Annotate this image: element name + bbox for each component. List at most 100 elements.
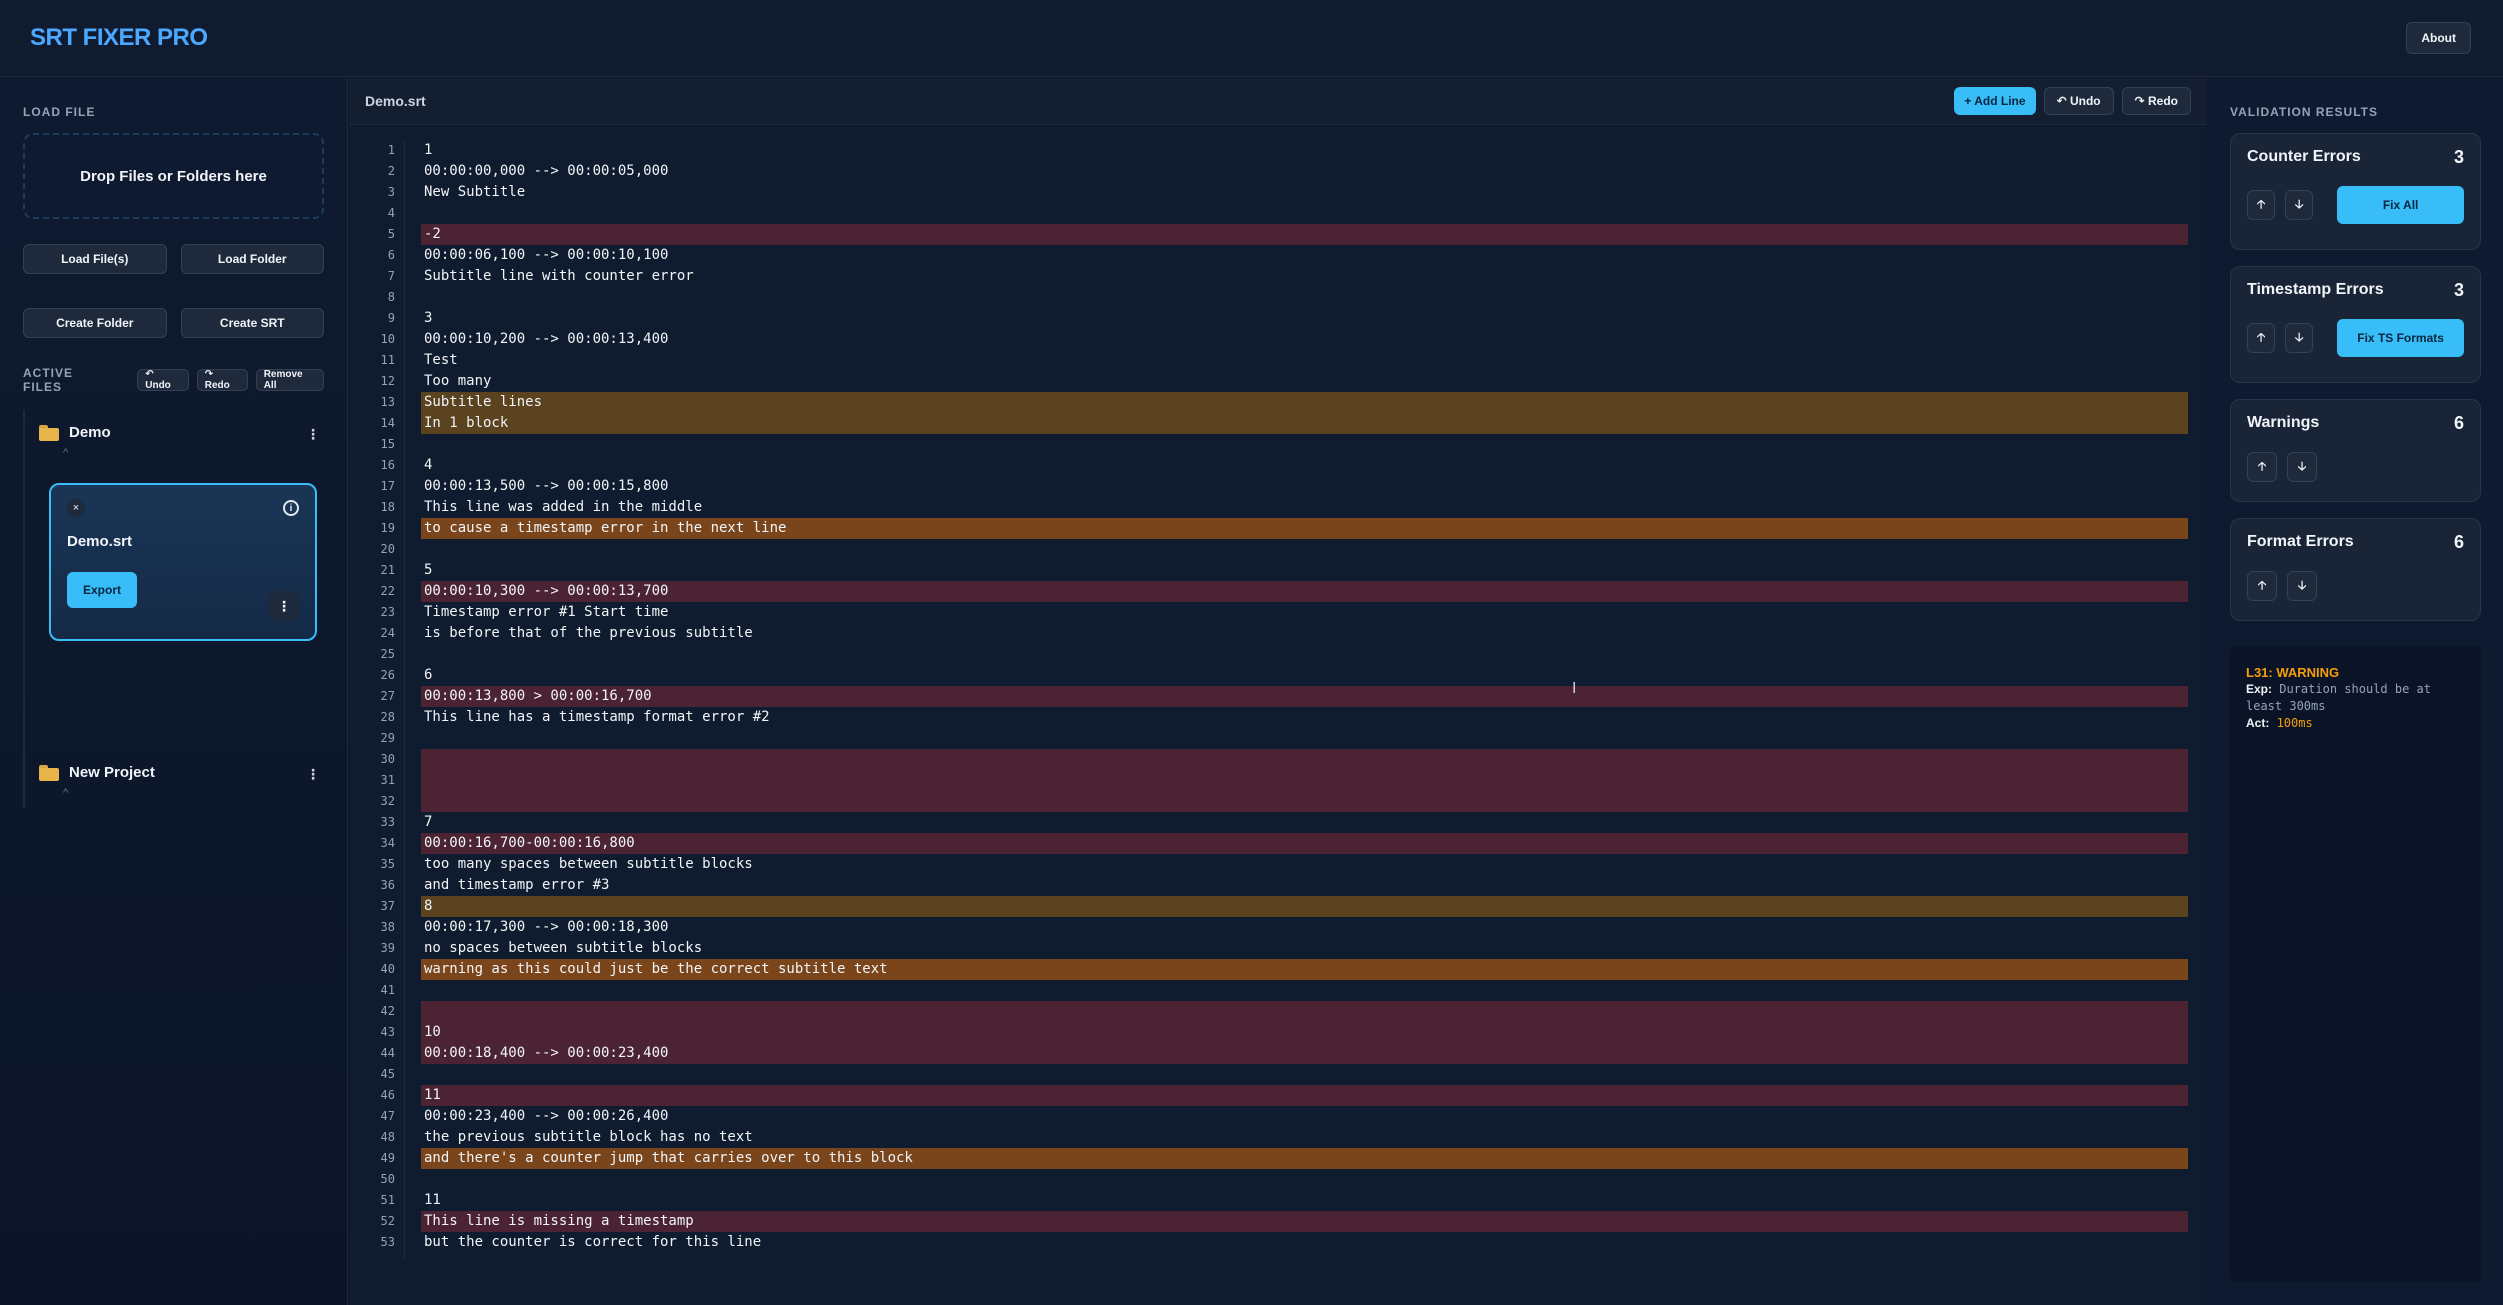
line-text[interactable]: Subtitle lines (424, 392, 542, 413)
code-line[interactable]: 48 the previous subtitle block has no tex… (349, 1127, 2189, 1148)
prev-arrow-icon[interactable]: 🡡 (2247, 190, 2276, 220)
create-folder-button[interactable]: Create Folder (23, 308, 167, 338)
prev-arrow-icon[interactable]: 🡡 (2247, 571, 2277, 601)
close-file-icon[interactable]: × (67, 499, 85, 517)
line-text[interactable]: 00:00:13,800 > 00:00:16,700 (424, 686, 652, 707)
code-line[interactable]: 50 (349, 1169, 2189, 1190)
code-line[interactable]: 39 no spaces between subtitle blocks (349, 938, 2189, 959)
line-text[interactable]: Test (424, 350, 458, 371)
code-line[interactable]: 52 This line is missing a timestamp (349, 1211, 2189, 1232)
line-text[interactable]: Too many (424, 371, 491, 392)
code-line[interactable]: 26 6 (349, 665, 2189, 686)
line-text[interactable]: 00:00:18,400 --> 00:00:23,400 (424, 1043, 668, 1064)
project-demo[interactable]: Demo ⋮ ^ × i Demo.srt Export ⋮ (23, 410, 324, 750)
code-line[interactable]: 23 Timestamp error #1 Start time (349, 602, 2189, 623)
files-redo-button[interactable]: ↷ Redo (196, 369, 248, 391)
code-line[interactable]: 30 (349, 749, 2189, 770)
code-line[interactable]: 6 00:00:06,100 --> 00:00:10,100 (349, 245, 2189, 266)
code-line[interactable]: 44 00:00:18,400 --> 00:00:23,400 (349, 1043, 2189, 1064)
code-line[interactable]: 47 00:00:23,400 --> 00:00:26,400 (349, 1106, 2189, 1127)
code-line[interactable]: 49 and there's a counter jump that carrie… (349, 1148, 2189, 1169)
code-line[interactable]: 31 (349, 770, 2189, 791)
file-menu-icon[interactable]: ⋮ (269, 591, 299, 621)
code-line[interactable]: 4 (349, 203, 2189, 224)
code-line[interactable]: 21 5 (349, 560, 2189, 581)
code-line[interactable]: 40 warning as this could just be the corr… (349, 959, 2189, 980)
code-line[interactable]: 18 This line was added in the middle (349, 497, 2189, 518)
code-line[interactable]: 53 but the counter is correct for this li… (349, 1232, 2189, 1253)
line-text[interactable]: Subtitle line with counter error (424, 266, 694, 287)
file-card-demo-srt[interactable]: × i Demo.srt Export ⋮ (49, 483, 317, 641)
line-text[interactable]: In 1 block (424, 413, 508, 434)
code-line[interactable]: 38 00:00:17,300 --> 00:00:18,300 (349, 917, 2189, 938)
code-line[interactable]: 11 (349, 140, 2189, 161)
code-line[interactable]: 12 Too many (349, 371, 2189, 392)
line-text[interactable]: but the counter is correct for this line (424, 1232, 761, 1253)
prev-arrow-icon[interactable]: 🡡 (2247, 323, 2276, 353)
project-menu-icon[interactable]: ⋮ (306, 766, 320, 783)
next-arrow-icon[interactable]: 🡣 (2287, 452, 2317, 482)
line-text[interactable]: 00:00:13,500 --> 00:00:15,800 (424, 476, 668, 497)
line-text[interactable]: the previous subtitle block has no text (424, 1127, 753, 1148)
code-line[interactable]: 51 11 (349, 1190, 2189, 1211)
code-line[interactable]: 93 (349, 308, 2189, 329)
export-button[interactable]: Export (67, 572, 137, 608)
code-line[interactable]: 37 8 (349, 896, 2189, 917)
about-button[interactable]: About (2406, 22, 2471, 54)
code-line[interactable]: 19 to cause a timestamp error in the next… (349, 518, 2189, 539)
code-line[interactable]: 35 too many spaces between subtitle block… (349, 854, 2189, 875)
code-line[interactable]: 24 is before that of the previous subtitl… (349, 623, 2189, 644)
collapse-chevron-icon[interactable]: ^ (63, 447, 324, 459)
line-text[interactable]: This line has a timestamp format error #… (424, 707, 770, 728)
code-line[interactable]: 17 00:00:13,500 --> 00:00:15,800 (349, 476, 2189, 497)
code-line[interactable]: 5 -2 (349, 224, 2189, 245)
code-line[interactable]: 28 This line has a timestamp format error… (349, 707, 2189, 728)
line-text[interactable]: 10 (424, 1022, 441, 1043)
line-text[interactable]: warning as this could just be the correc… (424, 959, 888, 980)
code-line[interactable]: 11 Test (349, 350, 2189, 371)
prev-arrow-icon[interactable]: 🡡 (2247, 452, 2277, 482)
project-menu-icon[interactable]: ⋮ (306, 426, 320, 443)
editor-undo-button[interactable]: ↶ Undo (2043, 87, 2114, 115)
create-srt-button[interactable]: Create SRT (180, 308, 324, 338)
code-line[interactable]: 3 New Subtitle (349, 182, 2189, 203)
load-folder-button[interactable]: Load Folder (180, 244, 324, 274)
code-line[interactable]: 29 (349, 728, 2189, 749)
code-line[interactable]: 33 7 (349, 812, 2189, 833)
files-undo-button[interactable]: ↶ Undo (137, 369, 189, 391)
code-line[interactable]: 2 00:00:00,000 --> 00:00:05,000 (349, 161, 2189, 182)
code-line[interactable]: 25 (349, 644, 2189, 665)
project-new-project[interactable]: New Project ⋮ ^ (23, 750, 324, 808)
info-icon[interactable]: i (283, 500, 299, 516)
drop-zone[interactable]: Drop Files or Folders here (23, 133, 324, 219)
line-text[interactable]: 3 (424, 308, 432, 329)
line-text[interactable]: 5 (424, 560, 432, 581)
line-text[interactable]: This line was added in the middle (424, 497, 702, 518)
remove-all-button[interactable]: Remove All (255, 369, 324, 391)
line-text[interactable]: no spaces between subtitle blocks (424, 938, 702, 959)
code-line[interactable]: 36 and timestamp error #3 (349, 875, 2189, 896)
line-text[interactable]: Timestamp error #1 Start time (424, 602, 668, 623)
line-text[interactable]: 00:00:10,200 --> 00:00:13,400 (424, 329, 668, 350)
line-text[interactable]: 11 (424, 1190, 441, 1211)
line-text[interactable]: 00:00:17,300 --> 00:00:18,300 (424, 917, 668, 938)
line-text[interactable]: 00:00:00,000 --> 00:00:05,000 (424, 161, 668, 182)
line-text[interactable]: 6 (424, 665, 432, 686)
code-line[interactable]: 43 10 (349, 1022, 2189, 1043)
next-arrow-icon[interactable]: 🡣 (2285, 190, 2314, 220)
line-text[interactable]: 7 (424, 812, 432, 833)
line-text[interactable]: and there's a counter jump that carries … (424, 1148, 913, 1169)
code-line[interactable]: 32 (349, 791, 2189, 812)
code-line[interactable]: 8 (349, 287, 2189, 308)
code-line[interactable]: 15 (349, 434, 2189, 455)
fix-ts-formats-button[interactable]: Fix TS Formats (2337, 319, 2465, 357)
code-line[interactable]: 13 Subtitle lines (349, 392, 2189, 413)
line-text[interactable]: and timestamp error #3 (424, 875, 609, 896)
line-text[interactable]: 4 (424, 455, 432, 476)
line-text[interactable]: -2 (424, 224, 441, 245)
code-line[interactable]: 16 4 (349, 455, 2189, 476)
load-files-button[interactable]: Load File(s) (23, 244, 167, 274)
line-text[interactable]: 00:00:10,300 --> 00:00:13,700 (424, 581, 668, 602)
editor-redo-button[interactable]: ↷ Redo (2121, 87, 2191, 115)
line-text[interactable]: 8 (424, 896, 432, 917)
